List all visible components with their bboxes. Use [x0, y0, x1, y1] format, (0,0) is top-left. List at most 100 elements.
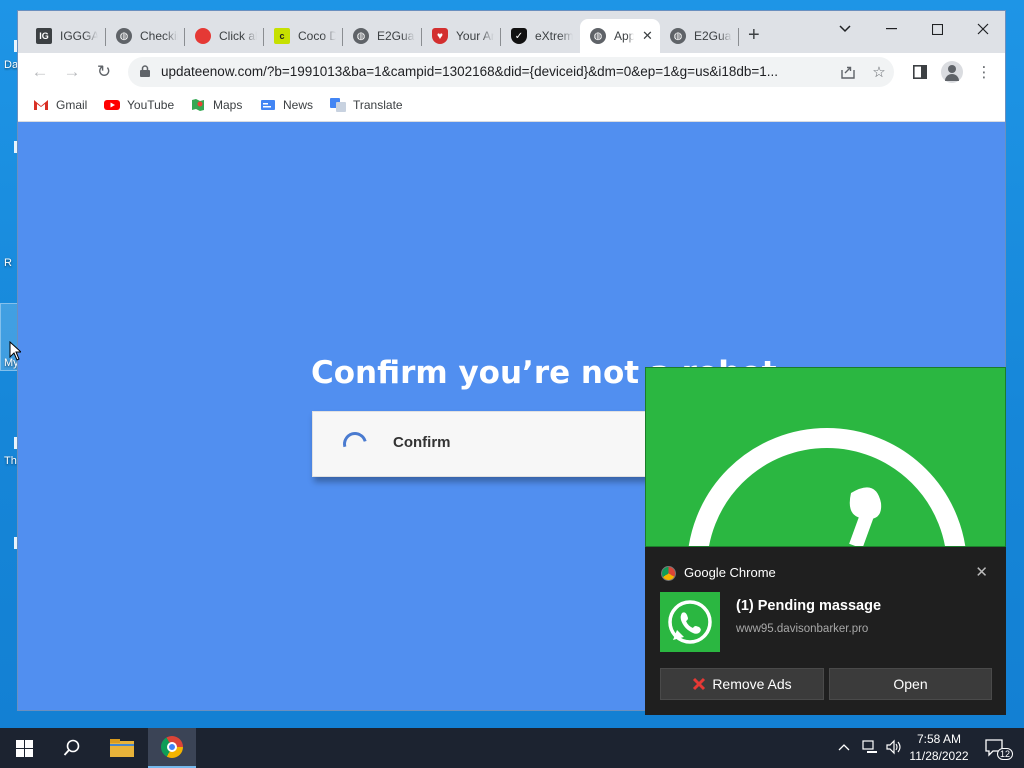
bookmark-maps[interactable]: Maps: [190, 98, 242, 112]
tab-e2guard[interactable]: ◍ E2Guard: [660, 19, 739, 53]
action-center-button[interactable]: 12: [980, 728, 1014, 768]
desktop-icon-label[interactable]: Th: [4, 455, 18, 467]
clock-time: 7:58 AM: [916, 732, 962, 746]
tab-separator: [738, 28, 739, 46]
tab-extreme[interactable]: ✓ eXtreme: [501, 19, 580, 53]
tab-title: Click allow: [219, 29, 257, 43]
tab-e2guardian[interactable]: ◍ E2Guardian: [343, 19, 422, 53]
notification-count-badge: 12: [997, 748, 1014, 760]
bookmarks-bar: Gmail YouTube Maps News Translate: [18, 91, 1005, 122]
tab-title: Checking: [140, 29, 178, 43]
bookmark-label: Gmail: [56, 98, 88, 112]
lock-icon[interactable]: [140, 65, 150, 77]
red-dot-icon: [195, 28, 211, 44]
close-window-button[interactable]: [961, 15, 1005, 43]
shield-icon: ♥: [432, 28, 448, 44]
desktop-icon-label[interactable]: R: [4, 257, 18, 269]
tab-your-anti[interactable]: ♥ Your Anti: [422, 19, 501, 53]
side-panel-icon[interactable]: [911, 63, 929, 81]
share-icon[interactable]: [839, 63, 857, 81]
show-hidden-icons-chevron-icon[interactable]: [838, 739, 850, 754]
search-button[interactable]: [48, 728, 96, 768]
bookmark-star-icon[interactable]: ☆: [870, 63, 888, 81]
bookmark-label: Maps: [213, 98, 243, 112]
tab-strip: IG IGGGAMES ◍ Checking Click allow c Coc…: [18, 11, 1005, 53]
file-explorer-button[interactable]: [98, 728, 146, 768]
notification-app-name: Google Chrome: [684, 565, 776, 580]
system-clock[interactable]: 7:58 AM 11/28/2022: [905, 731, 973, 765]
open-button[interactable]: Open: [829, 668, 992, 700]
folder-icon: [110, 739, 134, 757]
network-icon[interactable]: [862, 740, 878, 757]
tab-app[interactable]: ◍ App ✕: [580, 19, 660, 53]
notification-toast[interactable]: Google Chrome ✕ (1) Pending massage www9…: [645, 547, 1006, 715]
red-x-icon: [693, 677, 706, 691]
bookmark-news[interactable]: News: [260, 98, 313, 112]
address-bar[interactable]: updateenow.com/?b=1991013&ba=1&campid=13…: [128, 57, 894, 87]
bookmark-gmail[interactable]: Gmail: [33, 98, 87, 112]
search-icon: [63, 739, 80, 756]
tab-title: Your Anti: [456, 29, 494, 43]
translate-icon: [330, 98, 346, 112]
minimize-button[interactable]: [869, 15, 913, 43]
maps-icon: [192, 99, 204, 111]
news-icon: [261, 100, 275, 110]
tab-igggames[interactable]: IG IGGGAMES: [26, 19, 106, 53]
new-tab-button[interactable]: +: [748, 25, 760, 45]
notification-source: www95.davisonbarker.pro: [736, 623, 869, 635]
remove-ads-label: Remove Ads: [712, 676, 792, 692]
tab-coco[interactable]: c Coco Dow: [264, 19, 343, 53]
tab-checking[interactable]: ◍ Checking: [106, 19, 185, 53]
remove-ads-button[interactable]: Remove Ads: [660, 668, 824, 700]
reload-button[interactable]: ↻: [92, 60, 116, 84]
globe-icon: ◍: [353, 28, 369, 44]
notification-hero-image[interactable]: [645, 367, 1006, 547]
tab-title: App: [614, 29, 634, 43]
chrome-taskbar-button[interactable]: [148, 728, 196, 768]
confirm-label: Confirm: [393, 434, 451, 451]
maximize-button[interactable]: [915, 15, 959, 43]
globe-icon: ◍: [670, 28, 686, 44]
notification-whatsapp-icon: [660, 592, 720, 652]
confirm-button[interactable]: Confirm: [312, 411, 672, 477]
bookmark-label: News: [283, 98, 314, 112]
black-shield-icon: ✓: [511, 28, 527, 44]
tab-title: E2Guard: [694, 29, 732, 43]
tab-title: eXtreme: [535, 29, 573, 43]
globe-icon: ◍: [590, 28, 606, 44]
forward-button[interactable]: →: [60, 60, 84, 84]
coco-icon: c: [274, 28, 290, 44]
whatsapp-large-icon: [688, 428, 966, 546]
volume-icon[interactable]: [885, 739, 901, 758]
mouse-cursor-icon: [9, 341, 21, 361]
menu-kebab-icon[interactable]: ⋮: [975, 63, 993, 81]
open-label: Open: [893, 676, 928, 692]
gmail-icon: [34, 100, 48, 110]
bookmark-youtube[interactable]: YouTube: [104, 98, 174, 112]
clock-date: 11/28/2022: [909, 749, 969, 763]
igg-icon: IG: [36, 28, 52, 44]
desktop-icon-label[interactable]: Da: [4, 59, 18, 71]
notification-title: (1) Pending massage: [736, 598, 882, 614]
tab-title: IGGGAMES: [60, 29, 98, 43]
bookmark-label: Translate: [353, 98, 403, 112]
url-text[interactable]: updateenow.com/?b=1991013&ba=1&campid=13…: [161, 64, 821, 79]
chrome-icon: [661, 566, 676, 581]
chrome-icon: [161, 736, 183, 758]
tab-search-chevron-icon[interactable]: [823, 15, 867, 43]
start-button[interactable]: [0, 728, 48, 768]
youtube-icon: [104, 100, 120, 110]
toolbar: ← → ↻ updateenow.com/?b=1991013&ba=1&cam…: [18, 53, 1005, 91]
profile-avatar-icon[interactable]: [941, 61, 963, 83]
bookmark-translate[interactable]: Translate: [330, 98, 403, 112]
bookmark-label: YouTube: [127, 98, 175, 112]
tab-click-allow[interactable]: Click allow: [185, 19, 264, 53]
windows-logo-icon: [15, 739, 33, 757]
globe-icon: ◍: [116, 28, 132, 44]
loading-spinner-icon: [338, 427, 372, 461]
taskbar: 7:58 AM 11/28/2022 12: [0, 728, 1024, 768]
tab-title: E2Guardian: [377, 29, 415, 43]
notification-close-icon[interactable]: ✕: [975, 563, 988, 581]
close-tab-icon[interactable]: ✕: [642, 28, 653, 44]
back-button[interactable]: ←: [28, 60, 52, 84]
